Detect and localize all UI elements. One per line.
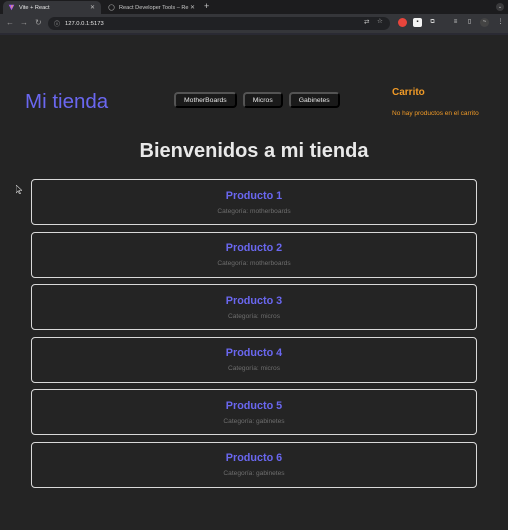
cart-title: Carrito — [392, 87, 425, 98]
media-icon[interactable]: ≡ — [451, 18, 460, 27]
browser-toolbar: ← → ↻ ⓘ 127.0.0.1:5173 ⇄ ☆ ▪ ⧉ ≡ ▯ ~ ⋮ — [0, 14, 508, 33]
product-name: Producto 4 — [225, 347, 283, 359]
app-page: Mi tienda MotherBoards Micros Gabinetes … — [0, 35, 508, 530]
product-card[interactable]: Producto 2 Categoría: motherboards — [31, 231, 477, 278]
chrome-extension-icon[interactable] — [398, 18, 407, 27]
reload-icon[interactable]: ↻ — [35, 18, 42, 27]
product-name: Producto 2 — [225, 242, 283, 254]
url-text: 127.0.0.1:5173 — [65, 20, 104, 27]
product-card[interactable]: Producto 5 Categoría: gabinetes — [31, 389, 477, 435]
cart-empty-message: No hay productos en el carrito — [392, 110, 479, 117]
product-category: Categoría: micros — [227, 365, 281, 372]
browser-tab-bar: Vite + React ✕ React Developer Tools – R… — [0, 0, 508, 14]
close-tab-icon[interactable]: ✕ — [189, 4, 196, 11]
category-nav: MotherBoards Micros Gabinetes — [174, 92, 340, 109]
site-logo[interactable]: Mi tienda — [25, 90, 108, 114]
bookmark-star-icon[interactable]: ☆ — [377, 17, 383, 25]
forward-icon[interactable]: → — [20, 18, 28, 27]
puzzle-icon[interactable]: ⧉ — [428, 18, 437, 27]
tab-vite-react[interactable]: Vite + React ✕ — [3, 1, 101, 14]
menu-kebab-icon[interactable]: ⋮ — [496, 18, 505, 27]
react-devtools-icon — [108, 4, 115, 11]
product-category: Categoría: motherboards — [217, 260, 291, 267]
close-tab-icon[interactable]: ✕ — [89, 4, 96, 11]
product-category: Categoría: gabinetes — [223, 470, 285, 477]
product-name: Producto 6 — [225, 452, 283, 464]
tab-label: React Developer Tools – Re... — [119, 4, 189, 11]
tab-search-icon[interactable]: ⌄ — [496, 3, 504, 11]
nav-button-micros[interactable]: Micros — [242, 92, 283, 108]
nav-button-gabinetes[interactable]: Gabinetes — [288, 92, 340, 108]
mouse-cursor-icon — [15, 184, 23, 196]
product-category: Categoría: gabinetes — [223, 417, 285, 425]
product-card[interactable]: Producto 3 Categoría: micros — [31, 284, 477, 330]
product-card[interactable]: Producto 1 Categoría: motherboards — [31, 179, 477, 225]
new-tab-icon[interactable]: + — [204, 1, 209, 11]
product-category: Categoría: micros — [227, 312, 281, 320]
extension-icon[interactable]: ▪ — [413, 18, 422, 27]
vite-icon — [8, 4, 15, 11]
back-icon[interactable]: ← — [6, 18, 14, 27]
tab-react-devtools[interactable]: React Developer Tools – Re... ✕ — [103, 1, 201, 14]
product-card[interactable]: Producto 6 Categoría: gabinetes — [31, 441, 477, 488]
nav-button-motherboards[interactable]: MotherBoards — [174, 92, 237, 108]
product-name: Producto 1 — [225, 189, 283, 202]
profile-avatar[interactable]: ~ — [480, 18, 489, 27]
product-name: Producto 5 — [225, 399, 283, 412]
side-panel-icon[interactable]: ▯ — [465, 18, 474, 27]
tab-label: Vite + React — [19, 4, 50, 11]
product-name: Producto 3 — [225, 294, 283, 307]
product-category: Categoría: motherboards — [217, 207, 291, 215]
product-list: Producto 1 Categoría: motherboards Produ… — [31, 179, 477, 494]
page-title: Bienvenidos a mi tienda — [139, 140, 369, 162]
product-card[interactable]: Producto 4 Categoría: micros — [31, 336, 477, 383]
address-bar[interactable]: ⓘ 127.0.0.1:5173 — [48, 17, 390, 30]
site-info-icon[interactable]: ⓘ — [54, 19, 60, 28]
translate-icon[interactable]: ⇄ — [364, 18, 369, 26]
